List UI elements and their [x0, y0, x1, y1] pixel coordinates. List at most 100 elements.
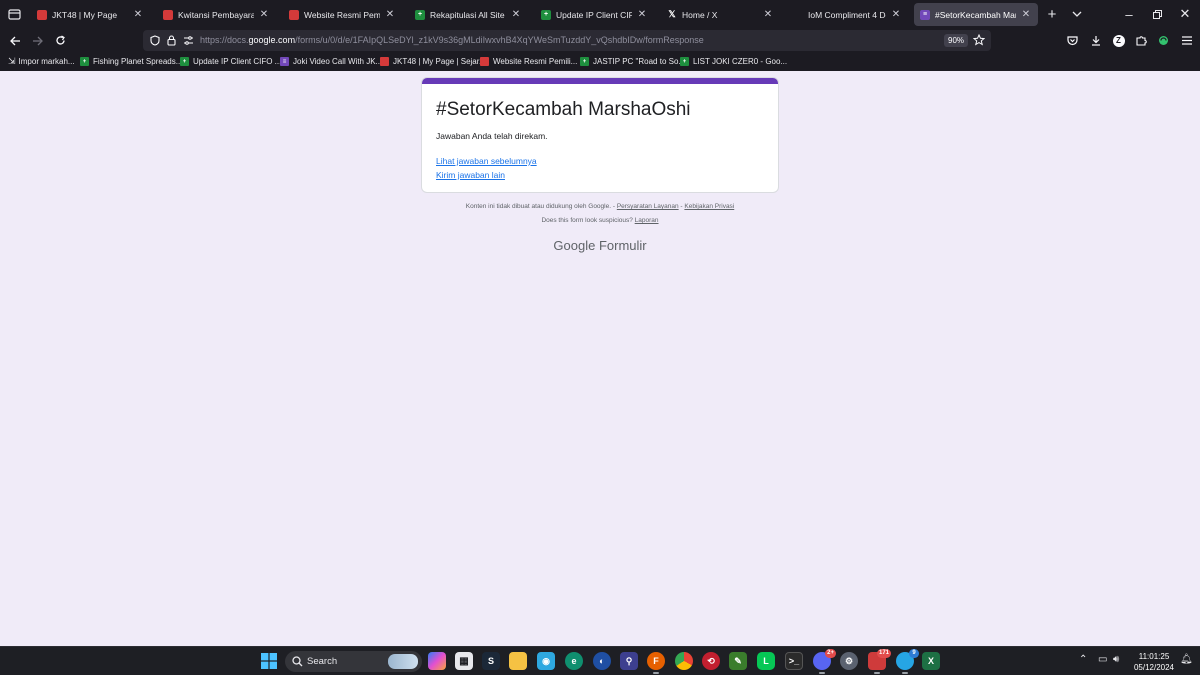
bookmark-fishing-planet[interactable]: + Fishing Planet Spreads...	[80, 55, 182, 68]
app-badge-icon[interactable]: 171	[868, 649, 891, 674]
downloads-button[interactable]	[1085, 30, 1106, 51]
copilot-icon[interactable]	[428, 652, 446, 670]
view-previous-response-link[interactable]: Lihat jawaban sebelumnya	[436, 156, 537, 166]
clock-time: 11:01:25	[1138, 652, 1170, 661]
new-tab-button[interactable]: +	[1042, 4, 1062, 24]
restore-icon	[1152, 9, 1162, 19]
report-line: Does this form look suspicious? Laporan	[0, 217, 1200, 224]
microsoft-store-icon[interactable]: ▦	[455, 652, 473, 670]
zoom-level-button[interactable]: 90%	[944, 34, 969, 47]
bookmark-list-joki[interactable]: + LIST JOKI CZER0 - Goo...	[680, 55, 787, 68]
close-window-button[interactable]: ✕	[1175, 4, 1195, 24]
bookmark-import[interactable]: ⇲ Impor markah...	[8, 55, 75, 68]
tab-kwitansi[interactable]: Kwitansi Pembayaran ✕	[157, 3, 276, 26]
logo-forms-text: Formulir	[598, 238, 647, 253]
volume-icon[interactable]: 🔊︎	[1113, 654, 1119, 665]
forward-button[interactable]	[27, 30, 48, 51]
vpn-icon[interactable]: ◐	[593, 652, 611, 670]
bookmark-label: Fishing Planet Spreads...	[93, 57, 183, 66]
report-abuse-link[interactable]: Laporan	[635, 217, 659, 224]
bookmark-joki-video-call[interactable]: ≡ Joki Video Call With JK...	[280, 55, 382, 68]
telegram-icon[interactable]: 9	[896, 649, 919, 674]
jkt48-favicon-icon	[289, 9, 299, 20]
file-explorer-icon[interactable]	[509, 652, 527, 670]
reload-button[interactable]	[50, 30, 71, 51]
bookmark-star-icon[interactable]	[973, 34, 985, 46]
steam-icon[interactable]: S	[482, 652, 500, 670]
bookmark-update-ip-client[interactable]: + Update IP Client CIFO ...	[180, 55, 281, 68]
address-bar[interactable]: https://docs.google.com/forms/u/0/d/e/1F…	[143, 30, 991, 51]
sheets-favicon-icon: +	[680, 57, 689, 66]
shield-icon[interactable]	[150, 35, 160, 46]
tab-setorkecambah[interactable]: ≡ #SetorKecambah MarshaO ✕	[914, 3, 1038, 26]
terminal-icon[interactable]: >_	[785, 652, 803, 670]
hamburger-menu-icon	[1181, 36, 1192, 45]
photos-icon[interactable]: ◉	[537, 652, 555, 670]
network-tool-icon[interactable]: ⚲	[620, 652, 638, 670]
clock-date: 05/12/2024	[1133, 663, 1175, 672]
discord-icon[interactable]: 2+	[813, 649, 836, 674]
close-tab-icon[interactable]: ✕	[1020, 9, 1032, 21]
sheets-favicon-icon: +	[415, 9, 425, 20]
system-clock[interactable]: 11:01:25 05/12/2024	[1132, 651, 1176, 673]
edge-icon[interactable]: e	[565, 652, 583, 670]
tab-rekapitulasi[interactable]: + Rekapitulasi All Site Winfre ✕	[409, 3, 528, 26]
firefox-icon[interactable]: F	[647, 652, 665, 674]
settings-icon[interactable]: ⚙	[840, 652, 858, 670]
tab-list-button[interactable]	[4, 4, 24, 24]
google-forms-logo[interactable]: Google Formulir	[0, 238, 1200, 253]
submit-another-response-link[interactable]: Kirim jawaban lain	[436, 170, 505, 180]
excel-icon[interactable]: X	[922, 652, 940, 670]
close-tab-icon[interactable]: ✕	[258, 9, 270, 21]
app-badge: 171	[876, 649, 891, 658]
privacy-policy-link[interactable]: Kebijakan Privasi	[684, 203, 734, 210]
close-tab-icon[interactable]: ✕	[890, 9, 902, 21]
tab-website-resmi[interactable]: Website Resmi Pemilihan M ✕	[283, 3, 402, 26]
lock-icon[interactable]	[167, 35, 176, 46]
import-icon: ⇲	[8, 56, 16, 66]
extension-button[interactable]: Z	[1108, 30, 1129, 51]
blank-favicon-icon	[793, 10, 803, 20]
tab-jkt48-my-page[interactable]: JKT48 | My Page ✕	[31, 3, 150, 26]
tab-title: Rekapitulasi All Site Winfre	[430, 9, 506, 20]
minimize-window-button[interactable]: –	[1119, 4, 1139, 24]
sync-extension-button[interactable]	[1153, 30, 1174, 51]
bookmark-website-resmi[interactable]: Website Resmi Pemili...	[480, 55, 577, 68]
tab-title: Update IP Client CIFO - Go	[556, 9, 632, 20]
tab-iom-compliment[interactable]: IoM Compliment 4 Desember[ ✕	[787, 3, 908, 26]
extensions-menu-button[interactable]	[1131, 30, 1152, 51]
close-tab-icon[interactable]: ✕	[132, 9, 144, 21]
url-text[interactable]: https://docs.google.com/forms/u/0/d/e/1F…	[200, 35, 704, 45]
close-icon: ✕	[1179, 6, 1191, 21]
show-hidden-icons-icon[interactable]: ⌃	[1079, 654, 1087, 665]
app-menu-button[interactable]	[1176, 30, 1197, 51]
back-button[interactable]	[5, 30, 26, 51]
restore-window-button[interactable]	[1147, 4, 1167, 24]
line-icon[interactable]: L	[757, 652, 775, 670]
taskbar-search-box[interactable]: Search	[285, 651, 422, 672]
app-red-icon[interactable]: ⟲	[702, 652, 720, 670]
minimize-icon: –	[1125, 6, 1133, 22]
permissions-icon[interactable]	[183, 36, 194, 45]
tab-title: Website Resmi Pemilihan M	[304, 9, 380, 20]
close-tab-icon[interactable]: ✕	[510, 9, 522, 21]
x-logo-icon: 𝕏	[668, 9, 676, 19]
close-tab-icon[interactable]: ✕	[636, 9, 648, 21]
notepad-icon[interactable]: ✎	[729, 652, 747, 670]
network-icon[interactable]: ▭	[1098, 654, 1107, 665]
bookmark-jastip-pc[interactable]: + JASTIP PC "Road to So...	[580, 55, 685, 68]
url-domain: google.com	[248, 35, 296, 45]
windows-start-icon[interactable]	[261, 653, 277, 669]
notifications-bell-icon[interactable]: 🔔︎	[1180, 654, 1193, 665]
terms-of-service-link[interactable]: Persyaratan Layanan	[617, 203, 679, 210]
close-tab-icon[interactable]: ✕	[384, 9, 396, 21]
tab-home-x[interactable]: 𝕏 Home / X ✕	[661, 3, 780, 26]
chrome-icon[interactable]	[675, 652, 693, 670]
plus-icon: +	[1047, 5, 1057, 23]
list-all-tabs-button[interactable]	[1067, 4, 1087, 24]
close-tab-icon[interactable]: ✕	[762, 9, 774, 21]
bookmark-jkt48-sejarah[interactable]: JKT48 | My Page | Sejar...	[380, 55, 486, 68]
pocket-button[interactable]	[1062, 30, 1083, 51]
tab-update-ip-client[interactable]: + Update IP Client CIFO - Go ✕	[535, 3, 654, 26]
form-title: #SetorKecambah MarshaOshi	[436, 99, 691, 120]
